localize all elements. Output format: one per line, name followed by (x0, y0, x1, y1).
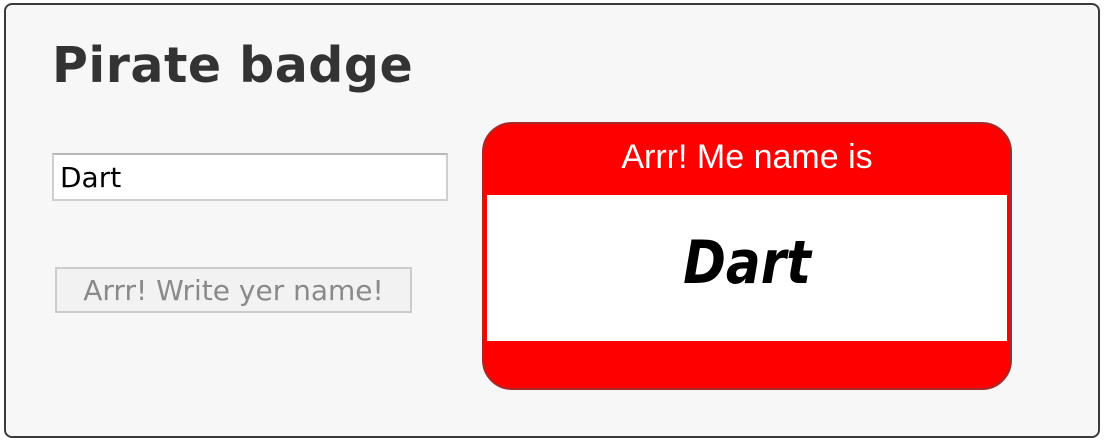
name-input[interactable] (52, 153, 448, 201)
name-badge: Arrr! Me name is Dart (482, 122, 1012, 390)
page-title: Pirate badge (52, 37, 414, 94)
badge-body: Dart (487, 195, 1007, 341)
badge-name: Dart (683, 228, 811, 298)
badge-header: Arrr! Me name is (621, 138, 873, 176)
write-name-button[interactable]: Arrr! Write yer name! (55, 267, 412, 313)
